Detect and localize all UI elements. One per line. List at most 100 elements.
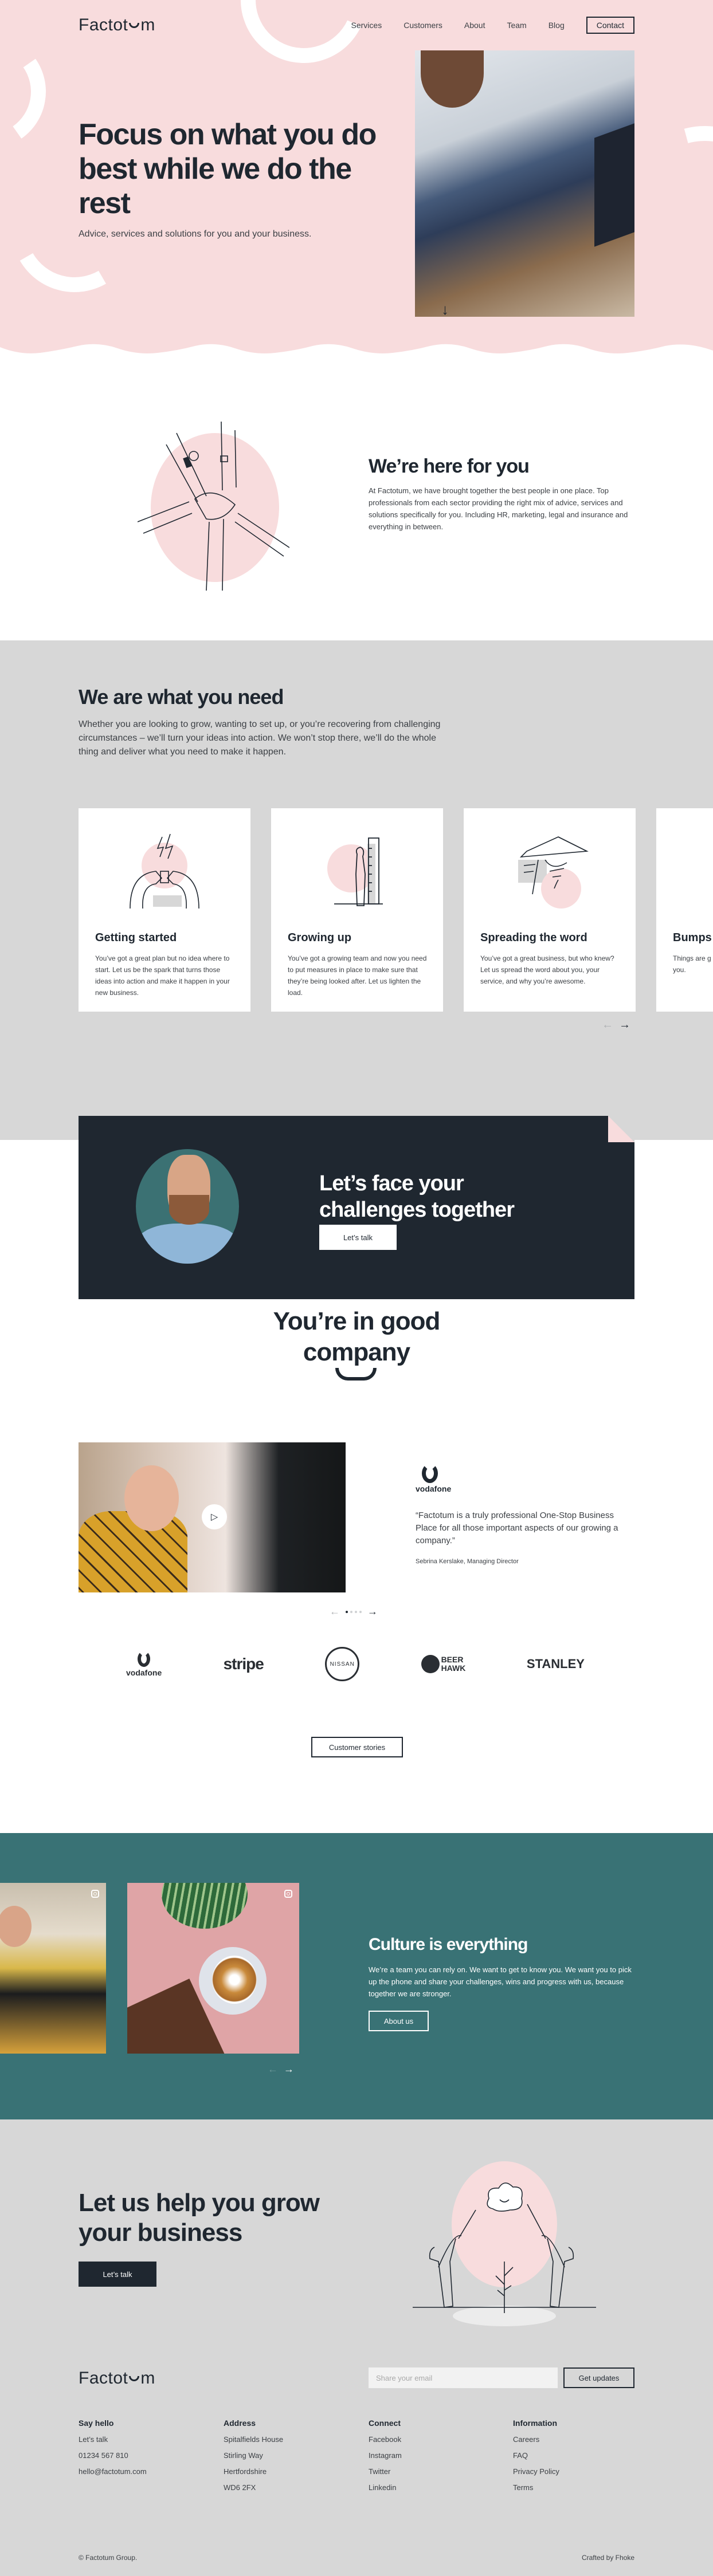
service-card[interactable]: Spreading the word You’ve got a great bu… xyxy=(464,808,636,1012)
culture-photo[interactable] xyxy=(127,1883,299,2054)
testimonials-section: You’re in good company ▷ vodafone “Facto… xyxy=(0,1289,713,1833)
services-carousel: Getting started You’ve got a great plan … xyxy=(79,808,713,1012)
card-text: Things are g to put meas business an gui… xyxy=(673,954,713,974)
paper-plane-icon xyxy=(518,836,589,909)
footer-link-careers[interactable]: Careers xyxy=(513,2435,539,2444)
client-logo-stanley: STANLEY xyxy=(526,1657,585,1671)
slide-dot[interactable] xyxy=(346,1610,348,1613)
contact-button[interactable]: Contact xyxy=(586,17,634,34)
grow-section: Let us help you grow your business Let’s… xyxy=(0,2119,713,2349)
footer-link[interactable]: Let’s talk xyxy=(79,2435,108,2444)
section-title: You’re in good company xyxy=(0,1306,713,1368)
logo-text: Factot xyxy=(79,2369,128,2388)
nav-link-blog[interactable]: Blog xyxy=(549,21,565,30)
section-title: Let us help you grow your business xyxy=(79,2189,320,2247)
cta-portrait-photo xyxy=(136,1149,239,1264)
get-updates-button[interactable]: Get updates xyxy=(563,2367,634,2388)
nav-link-services[interactable]: Services xyxy=(351,21,382,30)
photo-detail xyxy=(421,50,484,108)
footer-column-information: Information Careers FAQ Privacy Policy T… xyxy=(513,2418,651,2500)
card-text: You’ve got a great plan but no idea wher… xyxy=(95,954,230,997)
lets-talk-button[interactable]: Let’s talk xyxy=(79,2262,156,2287)
culture-photo[interactable] xyxy=(0,1883,106,2054)
section-title: Culture is everything xyxy=(369,1935,528,1954)
card-title: Spreading the word xyxy=(480,931,587,944)
service-card[interactable]: Bumps Things are g to put meas business … xyxy=(656,808,713,1012)
brand-name: vodafone xyxy=(416,1484,452,1493)
vodafone-icon xyxy=(422,1464,438,1483)
next-arrow-icon[interactable]: → xyxy=(619,1018,630,1032)
address-line: Hertfordshire xyxy=(224,2467,267,2476)
card-text: You’ve got a great business, but who kne… xyxy=(480,954,614,985)
footer-link-faq[interactable]: FAQ xyxy=(513,2451,528,2460)
gauge-icon xyxy=(685,831,713,917)
client-logo-nissan: NISSAN xyxy=(325,1647,360,1681)
testimonial-video-thumbnail[interactable]: ▷ xyxy=(79,1442,346,1592)
nav-link-customers[interactable]: Customers xyxy=(403,21,442,30)
culture-section: ← → Culture is everything We’re a team y… xyxy=(0,1833,713,2119)
photo-detail xyxy=(169,1195,209,1225)
play-video-button[interactable]: ▷ xyxy=(202,1504,227,1529)
card-title: Bumps xyxy=(673,931,712,944)
address-line: WD6 2FX xyxy=(224,2483,256,2492)
address-line: Spitalfields House xyxy=(224,2435,284,2444)
services-carousel-controls: ← → xyxy=(602,1018,630,1032)
slide-dot[interactable] xyxy=(359,1610,362,1613)
footer-logo[interactable]: Factot m xyxy=(79,2369,155,2388)
prev-arrow-icon[interactable]: ← xyxy=(330,1606,340,1618)
logo-text: Factot xyxy=(79,15,128,34)
services-section: We are what you need Whether you are loo… xyxy=(0,640,713,1124)
card-title: Growing up xyxy=(288,931,352,944)
footer-link-linkedin[interactable]: Linkedin xyxy=(369,2483,396,2492)
nav-link-team[interactable]: Team xyxy=(507,21,526,30)
footer-link[interactable]: hello@factotum.com xyxy=(79,2467,147,2476)
scroll-down-arrow-icon[interactable]: ↓ xyxy=(441,301,449,318)
instagram-icon xyxy=(284,1890,292,1898)
slide-dots xyxy=(346,1610,362,1613)
footer-link-terms[interactable]: Terms xyxy=(513,2483,533,2492)
culture-carousel-controls: ← → xyxy=(268,2063,294,2075)
site-logo[interactable]: Factot m xyxy=(79,15,155,35)
beer-hawk-icon xyxy=(421,1655,440,1673)
title-text: You’re in good company xyxy=(273,1307,441,1366)
nav-link-about[interactable]: About xyxy=(464,21,485,30)
slide-dot[interactable] xyxy=(350,1610,352,1613)
footer-link-privacy[interactable]: Privacy Policy xyxy=(513,2467,559,2476)
prev-arrow-icon[interactable]: ← xyxy=(602,1018,613,1032)
footer-heading: Say hello xyxy=(79,2418,114,2428)
lets-talk-button[interactable]: Let’s talk xyxy=(319,1225,397,1250)
photo-detail xyxy=(136,1224,239,1264)
service-card[interactable]: Growing up You’ve got a growing team and… xyxy=(271,808,443,1012)
footer-heading: Connect xyxy=(369,2418,401,2428)
smile-icon xyxy=(335,1368,377,1381)
credit-link[interactable]: Crafted by Fhoke xyxy=(582,2554,634,2562)
footer-link-twitter[interactable]: Twitter xyxy=(369,2467,390,2476)
footer-link-instagram[interactable]: Instagram xyxy=(369,2451,402,2460)
logo-text: m xyxy=(140,15,155,34)
footer-link-facebook[interactable]: Facebook xyxy=(369,2435,401,2444)
prev-arrow-icon[interactable]: ← xyxy=(268,2063,278,2075)
instagram-icon xyxy=(91,1890,99,1898)
footer-link[interactable]: 01234 567 810 xyxy=(79,2451,128,2460)
client-logos: vodafone stripe NISSAN BEER HAWK STANLEY xyxy=(126,1647,585,1681)
copyright: © Factotum Group. xyxy=(79,2554,138,2562)
growing-plant-illustration xyxy=(413,2161,596,2326)
footer-column-address: Address Spitalfields House Stirling Way … xyxy=(224,2418,361,2500)
address-line: Stirling Way xyxy=(224,2451,263,2460)
next-arrow-icon[interactable]: → xyxy=(367,1606,378,1618)
decorative-arc xyxy=(0,25,55,158)
testimonial-quote: “Factotum is a truly professional One-St… xyxy=(416,1511,618,1545)
email-input[interactable] xyxy=(369,2367,558,2388)
customer-stories-button[interactable]: Customer stories xyxy=(311,1737,403,1757)
vodafone-logo: vodafone xyxy=(416,1464,452,1493)
hands-together-illustration xyxy=(138,422,289,591)
about-us-button[interactable]: About us xyxy=(369,2011,429,2031)
slide-dot[interactable] xyxy=(355,1610,357,1613)
hero-photo xyxy=(415,50,634,317)
hero-subtitle: Advice, services and solutions for you a… xyxy=(79,229,312,239)
testimonial-carousel-controls: ← → xyxy=(330,1606,378,1618)
photo-detail xyxy=(594,123,634,247)
service-card[interactable]: Getting started You’ve got a great plan … xyxy=(79,808,250,1012)
next-arrow-icon[interactable]: → xyxy=(284,2063,294,2075)
here-for-you-section: We’re here for you At Factotum, we have … xyxy=(0,360,713,640)
